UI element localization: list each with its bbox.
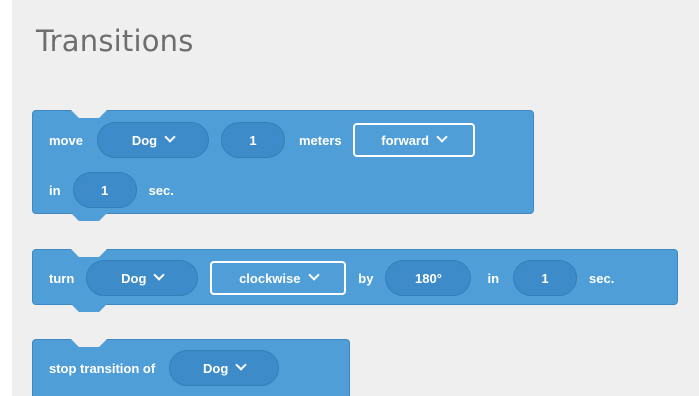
- sec-label: sec.: [589, 270, 615, 286]
- turn-duration-field[interactable]: 1: [513, 260, 578, 296]
- move-label: move: [49, 132, 83, 148]
- turn-object-dropdown[interactable]: Dog: [86, 260, 199, 296]
- sec-label: sec.: [148, 182, 174, 198]
- move-direction-dropdown[interactable]: forward: [352, 123, 475, 157]
- move-duration-field[interactable]: 1: [72, 172, 137, 208]
- by-label: by: [358, 270, 374, 286]
- move-object-dropdown[interactable]: Dog: [96, 122, 209, 158]
- turn-angle-field[interactable]: 180°: [385, 260, 472, 296]
- stop-transition-block[interactable]: stop transition of Dog: [32, 339, 350, 396]
- in-label: in: [487, 270, 500, 286]
- chevron-down-icon: [164, 131, 176, 143]
- chevron-down-icon: [153, 269, 166, 281]
- block-connector-top: [71, 249, 107, 257]
- turn-label: turn: [49, 270, 75, 286]
- stop-transition-label: stop transition of: [49, 360, 156, 376]
- turn-direction-dropdown[interactable]: clockwise: [210, 261, 347, 295]
- meters-label: meters: [298, 132, 342, 148]
- in-label: in: [49, 182, 61, 198]
- turn-duration-value: 1: [541, 270, 549, 286]
- turn-direction-value: clockwise: [239, 270, 301, 286]
- chevron-down-icon: [235, 359, 247, 371]
- move-object-value: Dog: [131, 132, 158, 148]
- turn-object-value: Dog: [121, 270, 147, 286]
- block-connector-top: [71, 110, 107, 118]
- turn-angle-value: 180°: [415, 270, 442, 286]
- stop-object-dropdown[interactable]: Dog: [169, 350, 280, 386]
- stop-object-value: Dog: [203, 360, 229, 376]
- chevron-down-icon: [436, 131, 448, 143]
- move-duration-value: 1: [100, 182, 109, 198]
- chevron-down-icon: [307, 269, 320, 281]
- move-distance-value: 1: [249, 132, 257, 148]
- move-direction-value: forward: [381, 132, 429, 148]
- move-block[interactable]: move Dog 1 meters forward in 1 sec.: [32, 110, 534, 221]
- block-connector-top: [71, 339, 107, 347]
- section-title: Transitions: [36, 24, 194, 58]
- move-distance-field[interactable]: 1: [220, 122, 285, 158]
- turn-block[interactable]: turn Dog clockwise by 180° in 1 sec.: [32, 249, 678, 312]
